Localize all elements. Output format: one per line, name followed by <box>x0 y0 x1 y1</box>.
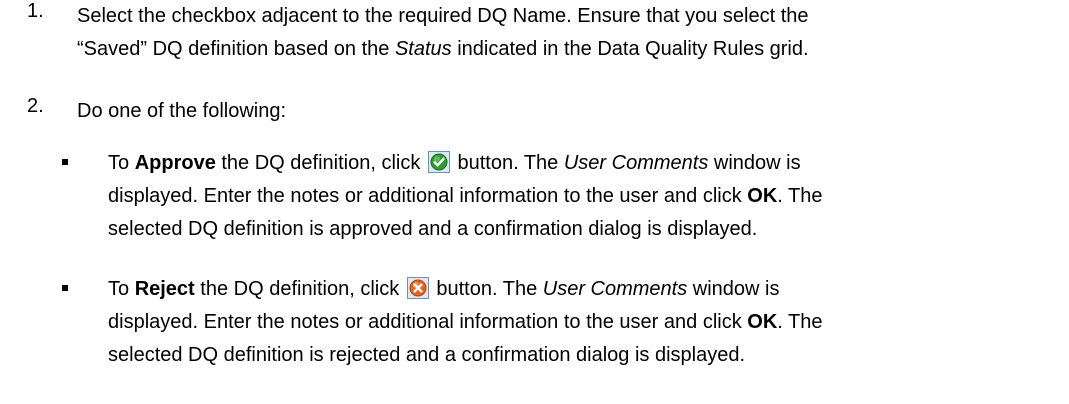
text-run: window is <box>687 278 780 300</box>
text-run: button. The <box>451 152 564 174</box>
approve-term: Approve <box>134 152 216 174</box>
step-number: 1. <box>27 0 44 22</box>
text-line: selected DQ definition is approved and a… <box>108 213 1062 246</box>
reject-x-icon <box>406 277 429 299</box>
text-line: displayed. Enter the notes or additional… <box>108 306 1062 339</box>
bullet-approve: To Approve the DQ definition, click butt… <box>62 147 1062 252</box>
text-run: indicated in the Data Quality Rules grid… <box>451 38 809 60</box>
text-run: button. The <box>430 278 543 300</box>
text-run: Select the checkbox adjacent to the requ… <box>77 5 809 27</box>
text-line: Do one of the following: <box>77 100 287 122</box>
text-run: selected DQ definition is approved and a… <box>108 218 758 240</box>
step-text: Do one of the following: <box>77 95 1057 128</box>
text-run: displayed. Enter the notes or additional… <box>108 185 748 207</box>
bullet-reject: To Reject the DQ definition, click butto… <box>62 273 1062 378</box>
text-run: selected DQ definition is rejected and a… <box>108 344 746 366</box>
bullet-text: To Approve the DQ definition, click butt… <box>108 147 1062 246</box>
user-comments-term: User Comments <box>542 278 688 300</box>
bullet-text: To Reject the DQ definition, click butto… <box>108 273 1062 372</box>
text-line: “Saved” DQ definition based on the Statu… <box>77 33 1057 66</box>
text-run: “Saved” DQ definition based on the <box>77 38 395 60</box>
step-1: 1. Select the checkbox adjacent to the r… <box>27 0 1057 70</box>
status-term: Status <box>394 38 452 60</box>
bullet-marker <box>62 285 68 291</box>
text-run: the DQ definition, click <box>215 152 426 174</box>
reject-term: Reject <box>134 278 195 300</box>
text-run: displayed. Enter the notes or additional… <box>108 311 748 333</box>
text-run: window is <box>708 152 801 174</box>
step-number: 2. <box>27 95 44 117</box>
approve-check-icon <box>427 151 450 173</box>
text-run: To <box>108 278 135 300</box>
step-2: 2. Do one of the following: <box>27 95 1057 128</box>
step-text: Select the checkbox adjacent to the requ… <box>77 0 1057 66</box>
user-comments-term: User Comments <box>563 152 709 174</box>
text-line: displayed. Enter the notes or additional… <box>108 180 1062 213</box>
text-line: selected DQ definition is rejected and a… <box>108 339 1062 372</box>
text-run: the DQ definition, click <box>194 278 405 300</box>
text-line: To Approve the DQ definition, click butt… <box>108 147 1062 180</box>
text-line: To Reject the DQ definition, click butto… <box>108 273 1062 306</box>
ok-term: OK <box>747 311 778 333</box>
text-line: Select the checkbox adjacent to the requ… <box>77 0 1057 33</box>
text-run: . The <box>777 185 823 207</box>
text-run: To <box>108 152 135 174</box>
text-run: . The <box>777 311 823 333</box>
document-page: 1. Select the checkbox adjacent to the r… <box>0 0 1069 404</box>
bullet-marker <box>62 159 68 165</box>
ok-term: OK <box>747 185 778 207</box>
